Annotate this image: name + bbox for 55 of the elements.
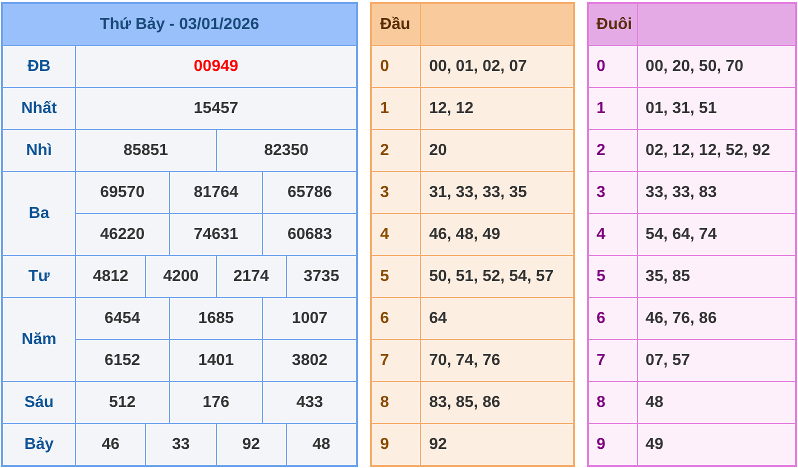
prize-number: 1685 [168,298,262,339]
prize-number: 1007 [262,298,356,339]
digit-cell: 4 [371,214,421,256]
prize-number: 92 [216,424,286,465]
prize-number: 46 [100,434,121,454]
digit-cell: 8 [588,382,638,424]
table-header: Đầu [371,3,421,46]
digit-cell: 2 [371,130,421,172]
prize-number: 33 [145,424,216,465]
prize-number: 48 [286,424,356,465]
digit-cell: 7 [371,340,421,382]
date-title: Thứ Bảy - 03/01/2026 [2,3,358,46]
prize-number: 69570 [99,182,146,202]
prize-number: 74631 [168,214,262,255]
prize-number: 00949 [192,56,240,76]
prize-number: 3802 [262,340,356,381]
prize-number: 46220 [99,224,146,244]
digit-cell: 5 [588,256,638,298]
prize-number: 176 [168,382,262,423]
prize-number: 82350 [216,130,356,171]
digit-cell: 0 [371,46,421,88]
prize-number: 2174 [216,256,286,297]
prize-label: Nhất [2,88,76,130]
prize-label: Tư [2,256,76,298]
prize-label: Nhì [2,130,76,172]
prize-number: 4200 [145,256,216,297]
prize-number: 60683 [262,214,356,255]
prize-number: 433 [262,382,356,423]
table-header: Đuôi [588,3,638,46]
prize-number: 15457 [192,98,240,118]
digit-cell: 1 [588,88,638,130]
digit-cell: 6 [588,298,638,340]
prize-number: 4812 [92,266,130,286]
digit-cell: 6 [371,298,421,340]
prize-number: 512 [108,392,137,412]
prize-label: Sáu [2,382,76,424]
digit-cell: 5 [371,256,421,298]
prize-number: 65786 [262,172,356,213]
prize-label: Ba [2,172,76,256]
prize-number: 81764 [168,172,262,213]
digit-cell: 4 [588,214,638,256]
digit-cell: 7 [588,340,638,382]
prize-number: 6454 [104,308,142,328]
prize-label: ĐB [2,46,76,88]
prize-number: 85851 [122,140,170,160]
prize-number: 6152 [104,350,142,370]
prize-number: 1401 [168,340,262,381]
digit-cell: 1 [371,88,421,130]
prize-number: 3735 [286,256,356,297]
digit-cell: 3 [588,172,638,214]
digit-cell: 3 [371,172,421,214]
digit-cell: 0 [588,46,638,88]
digit-cell: 8 [371,382,421,424]
prize-label: Năm [2,298,76,382]
digit-cell: 2 [588,130,638,172]
